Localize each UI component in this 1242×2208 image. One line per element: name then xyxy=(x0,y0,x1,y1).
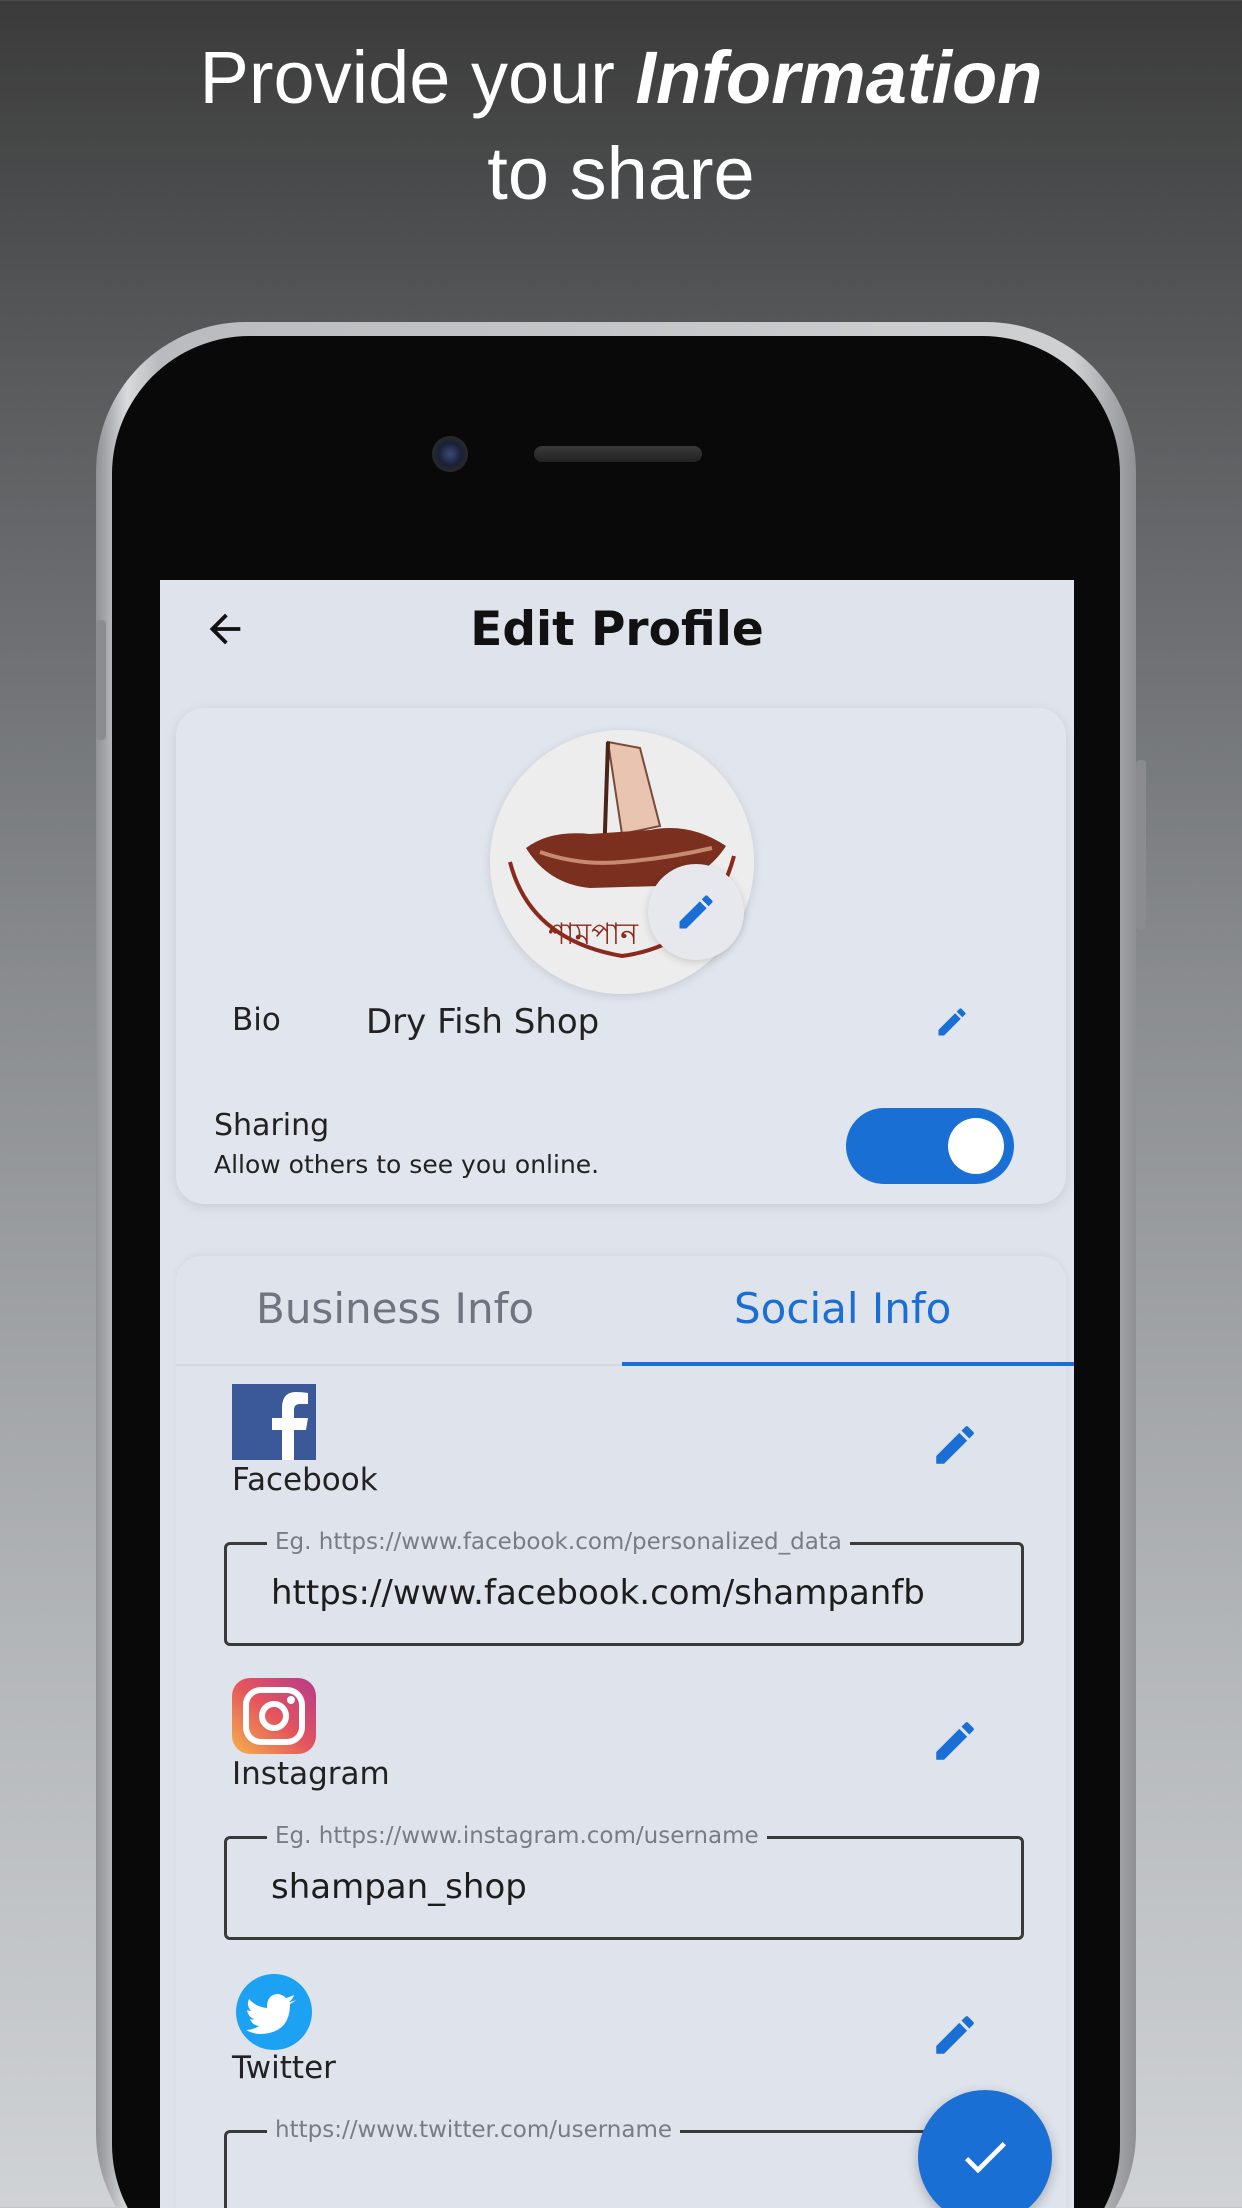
phone-volume-button xyxy=(96,620,106,740)
instagram-username-field[interactable]: Eg. https://www.instagram.com/username s… xyxy=(224,1823,1024,1940)
front-camera xyxy=(432,436,468,472)
bio-label: Bio xyxy=(232,1002,281,1038)
page-title: Edit Profile xyxy=(470,602,764,657)
facebook-url-placeholder: Eg. https://www.facebook.com/personalize… xyxy=(267,1529,850,1555)
app-screen: Edit Profile শামপান Bio Dry Fish Shop Sh… xyxy=(160,580,1074,2208)
sharing-subtitle: Allow others to see you online. xyxy=(214,1150,600,1179)
instagram-username-placeholder: Eg. https://www.instagram.com/username xyxy=(267,1823,767,1849)
twitter-username-field[interactable]: https://www.twitter.com/username xyxy=(224,2117,1024,2208)
check-icon xyxy=(964,2142,1006,2174)
phone-side-button xyxy=(1136,760,1146,930)
twitter-icon xyxy=(236,1974,312,2050)
sharing-title: Sharing xyxy=(214,1108,330,1143)
active-tab-indicator xyxy=(622,1362,1074,1366)
headline-line-2: to share xyxy=(487,132,755,215)
facebook-url-value: https://www.facebook.com/shampanfb xyxy=(271,1573,925,1613)
toggle-knob xyxy=(948,1118,1004,1174)
bio-value: Dry Fish Shop xyxy=(366,1002,600,1042)
facebook-edit-pencil-icon[interactable] xyxy=(930,1420,980,1470)
twitter-username-placeholder: https://www.twitter.com/username xyxy=(267,2117,680,2143)
instagram-edit-pencil-icon[interactable] xyxy=(930,1716,980,1766)
tab-business-info[interactable]: Business Info xyxy=(256,1284,534,1333)
instagram-label: Instagram xyxy=(232,1756,390,1792)
earpiece-speaker xyxy=(534,446,702,462)
tab-social-info[interactable]: Social Info xyxy=(734,1284,951,1333)
twitter-label: Twitter xyxy=(232,2050,336,2086)
headline-line-1: Provide your Information xyxy=(199,36,1043,119)
tab-divider xyxy=(176,1364,622,1366)
svg-text:শামপান: শামপান xyxy=(546,917,639,952)
facebook-url-field[interactable]: Eg. https://www.facebook.com/personalize… xyxy=(224,1529,1024,1646)
top-app-bar: Edit Profile xyxy=(160,580,1074,680)
pencil-icon xyxy=(679,895,713,929)
headline-emphasis: Information xyxy=(635,36,1043,119)
facebook-icon xyxy=(232,1384,316,1460)
bio-edit-pencil-icon[interactable] xyxy=(934,1004,970,1040)
facebook-label: Facebook xyxy=(232,1462,378,1498)
twitter-edit-pencil-icon[interactable] xyxy=(930,2010,980,2060)
sharing-toggle[interactable] xyxy=(846,1108,1014,1184)
marketing-headline: Provide your Information to share xyxy=(0,30,1242,222)
instagram-icon xyxy=(232,1678,316,1754)
avatar-edit-button[interactable] xyxy=(648,864,744,960)
instagram-username-value: shampan_shop xyxy=(271,1867,527,1907)
